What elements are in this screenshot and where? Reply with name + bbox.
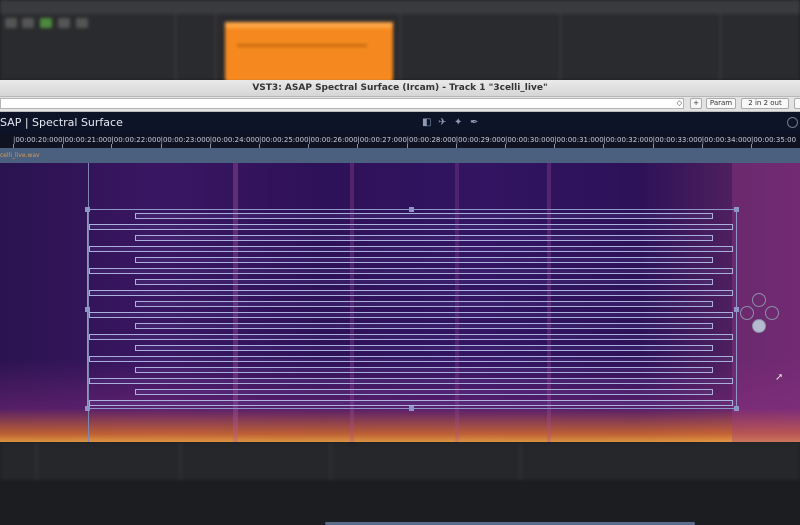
spectral-bar[interactable] bbox=[135, 323, 713, 329]
preset-arrows-icon: ◇ bbox=[676, 99, 682, 107]
mouse-cursor-icon: ➚ bbox=[775, 372, 784, 383]
resize-handle[interactable] bbox=[734, 307, 739, 312]
control-knob[interactable] bbox=[752, 293, 766, 307]
daw-divider bbox=[520, 442, 521, 480]
extra-button[interactable] bbox=[794, 98, 800, 109]
ruler-time-label: |00:00:24:000 bbox=[209, 136, 260, 144]
plugin-title: SAP | Spectral Surface bbox=[0, 116, 123, 129]
window-title: VST3: ASAP Spectral Surface (Ircam) - Tr… bbox=[0, 80, 800, 97]
ruler-time-label: |00:00:32:000 bbox=[603, 136, 653, 144]
spectral-bar[interactable] bbox=[135, 345, 713, 351]
resize-handle[interactable] bbox=[409, 406, 414, 411]
daw-track-button bbox=[40, 18, 52, 28]
spectral-bar[interactable] bbox=[135, 389, 713, 395]
spectral-bar[interactable] bbox=[135, 279, 713, 285]
ruler-time-label: |00:00:29:000 bbox=[455, 136, 506, 144]
resize-handle[interactable] bbox=[734, 207, 739, 212]
ruler-time-label: |00:00:28:000 bbox=[406, 136, 457, 144]
plugin-toolbar: ◇ + Param 2 in 2 out bbox=[0, 97, 800, 112]
spectral-bar[interactable] bbox=[89, 246, 733, 252]
daw-clip-waveform bbox=[237, 44, 367, 47]
add-button[interactable]: + bbox=[690, 98, 702, 109]
track-file-name: celli_live.wav bbox=[0, 152, 40, 159]
daw-audio-clip bbox=[225, 22, 393, 82]
param-button[interactable]: Param bbox=[706, 98, 736, 109]
magic-wand-icon[interactable]: ✦ bbox=[454, 117, 462, 128]
ruler-time-label: |00:00:33:000 bbox=[652, 136, 703, 144]
spectral-bar[interactable] bbox=[135, 301, 713, 307]
plugin-window: VST3: ASAP Spectral Surface (Ircam) - Tr… bbox=[0, 80, 800, 525]
resize-handle[interactable] bbox=[85, 207, 90, 212]
feather-icon[interactable]: ✒ bbox=[470, 117, 478, 128]
spectral-bar[interactable] bbox=[89, 312, 733, 318]
time-ruler[interactable]: |00:00:20:000 |00:00:21:000 |00:00:22:000 |… bbox=[0, 134, 800, 149]
spectral-bar[interactable] bbox=[135, 257, 713, 263]
preset-selector[interactable]: ◇ bbox=[0, 98, 684, 109]
control-knob[interactable] bbox=[765, 306, 779, 320]
daw-bottom-panel bbox=[0, 442, 800, 480]
ruler-time-label: |00:00:31:000 bbox=[554, 136, 604, 144]
daw-divider bbox=[180, 442, 181, 480]
spectral-bar[interactable] bbox=[89, 290, 733, 296]
spectral-streak bbox=[732, 163, 800, 442]
resize-handle[interactable] bbox=[734, 406, 739, 411]
track-lane[interactable]: celli_live.wav bbox=[0, 148, 800, 163]
daw-timeline bbox=[0, 0, 800, 14]
spectral-bar[interactable] bbox=[89, 378, 733, 384]
ruler-time-label: |00:00:25:000 bbox=[259, 136, 309, 144]
resize-handle[interactable] bbox=[409, 207, 414, 212]
daw-divider bbox=[330, 442, 331, 480]
control-knob[interactable] bbox=[740, 306, 754, 320]
spectral-bar[interactable] bbox=[89, 268, 733, 274]
settings-circle-icon[interactable] bbox=[787, 117, 798, 128]
daw-divider bbox=[215, 14, 216, 80]
daw-divider bbox=[36, 442, 37, 480]
ruler-time-label: |00:00:35:00 bbox=[751, 136, 797, 144]
square-icon[interactable]: ◧ bbox=[422, 117, 431, 128]
ruler-time-label: |00:00:20:000 bbox=[13, 136, 63, 144]
ruler-time-label: |00:00:30:000 bbox=[505, 136, 555, 144]
daw-track-button bbox=[58, 18, 70, 28]
ruler-time-label: |00:00:26:000 bbox=[308, 136, 358, 144]
daw-divider bbox=[720, 14, 721, 80]
resize-handle[interactable] bbox=[85, 406, 90, 411]
daw-track-button bbox=[76, 18, 88, 28]
ruler-time-label: |00:00:34:000 bbox=[701, 136, 752, 144]
spectral-bar[interactable] bbox=[135, 213, 713, 219]
daw-divider bbox=[560, 14, 561, 80]
ruler-time-label: |00:00:23:000 bbox=[160, 136, 211, 144]
plugin-header: SAP | Spectral Surface ◧ ✈ ✦ ✒ bbox=[0, 112, 800, 134]
io-button[interactable]: 2 in 2 out bbox=[741, 98, 789, 109]
daw-track-button bbox=[5, 18, 17, 28]
spectral-bar[interactable] bbox=[89, 356, 733, 362]
spectral-bar[interactable] bbox=[135, 367, 713, 373]
daw-track-button bbox=[22, 18, 34, 28]
bird-icon[interactable]: ✈ bbox=[438, 117, 446, 128]
spectrogram[interactable]: ➚ bbox=[0, 163, 800, 525]
ruler-time-label: |00:00:27:000 bbox=[357, 136, 407, 144]
control-knob[interactable] bbox=[752, 319, 766, 333]
spectral-bar[interactable] bbox=[89, 400, 733, 406]
ruler-time-label: |00:00:21:000 bbox=[62, 136, 112, 144]
daw-divider bbox=[400, 14, 401, 80]
daw-divider bbox=[175, 14, 176, 80]
spectral-bar[interactable] bbox=[135, 235, 713, 241]
daw-clip-header bbox=[225, 22, 393, 28]
spectral-bar[interactable] bbox=[89, 224, 733, 230]
spectral-bar[interactable] bbox=[89, 334, 733, 340]
ruler-time-label: |00:00:22:000 bbox=[111, 136, 161, 144]
